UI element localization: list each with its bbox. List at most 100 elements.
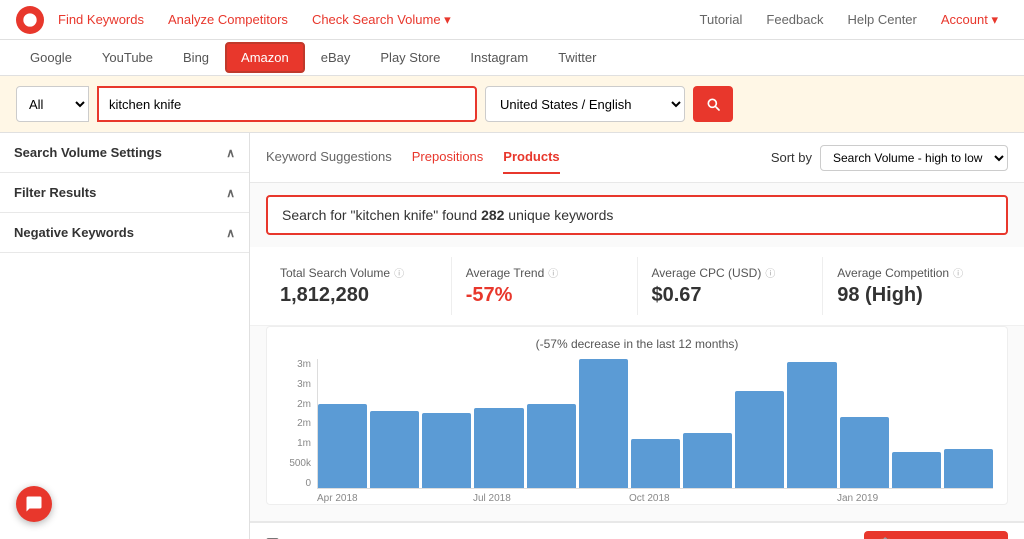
tab-play-store[interactable]: Play Store [366,44,454,71]
x-axis-labels: Apr 2018 Jul 2018 Oct 2018 Jan 2019 [317,489,993,504]
search-bar: All Exact Broad United States / English [0,76,1024,133]
y-label-500k: 500k [281,458,311,469]
stat-average-cpc: Average CPC (USD) ⓘ $0.67 [638,257,824,315]
y-label-0: 0 [281,478,311,489]
kw-tab-suggestions[interactable]: Keyword Suggestions [266,141,392,174]
chat-bubble[interactable] [16,486,52,522]
tab-twitter[interactable]: Twitter [544,44,610,71]
sidebar-section-search-volume: Search Volume Settings ∧ [0,133,249,173]
x-label-jan: Jan 2019 [837,493,993,504]
tab-instagram[interactable]: Instagram [456,44,542,71]
main-layout: Search Volume Settings ∧ Filter Results … [0,133,1024,539]
sidebar-filter-results-header[interactable]: Filter Results ∧ [0,173,249,212]
sidebar-negative-keywords-header[interactable]: Negative Keywords ∧ [0,213,249,252]
kw-tab-products[interactable]: Products [503,141,559,174]
bar-4 [474,408,523,488]
tab-google[interactable]: Google [16,44,86,71]
bar-8 [683,433,732,488]
sidebar: Search Volume Settings ∧ Filter Results … [0,133,250,539]
results-count: 282 [481,207,504,223]
stat-average-trend-value: -57% [466,284,623,307]
bar-10 [787,362,836,488]
nav-analyze-competitors[interactable]: Analyze Competitors [158,12,298,27]
sidebar-search-volume-header[interactable]: Search Volume Settings ∧ [0,133,249,172]
nav-help-center[interactable]: Help Center [838,12,927,27]
results-message-suffix: unique keywords [504,207,613,223]
nav-find-keywords[interactable]: Find Keywords [48,12,154,27]
results-message-prefix: Search for "kitchen knife" found [282,207,481,223]
content-area: Keyword Suggestions Prepositions Product… [250,133,1024,539]
tab-bing[interactable]: Bing [169,44,223,71]
chevron-up-icon-2: ∧ [226,186,235,200]
stat-average-trend-label: Average Trend ⓘ [466,265,623,280]
bar-7 [631,439,680,488]
y-label-2m-2: 2m [281,418,311,429]
bar-1 [318,404,367,488]
stat-average-cpc-label: Average CPC (USD) ⓘ [652,265,809,280]
stats-row: Total Search Volume ⓘ 1,812,280 Average … [250,247,1024,326]
stat-average-competition: Average Competition ⓘ 98 (High) [823,257,1008,315]
help-icon-tsv: ⓘ [394,265,404,280]
x-label-oct: Oct 2018 [629,493,837,504]
chart-note: (-57% decrease in the last 12 months) [281,337,993,351]
x-label-jul: Jul 2018 [473,493,629,504]
y-axis: 3m 3m 2m 2m 1m 500k 0 [281,359,317,489]
nav-account[interactable]: Account ▾ [931,12,1008,28]
top-nav: Find Keywords Analyze Competitors Check … [0,0,1024,40]
bottom-bar: Keywords ⓘ ▲ Search Volume ⓘ Trend ⓘ CPC… [250,521,1024,539]
nav-tutorial[interactable]: Tutorial [690,12,753,27]
help-icon-at: ⓘ [548,265,558,280]
stat-average-competition-value: 98 (High) [837,284,994,307]
chevron-up-icon: ∧ [226,146,235,160]
sort-area: Sort by Search Volume - high to low Sear… [771,145,1008,171]
y-label-2m-1: 2m [281,399,311,410]
sort-select[interactable]: Search Volume - high to low Search Volum… [820,145,1008,171]
sidebar-section-filter-results: Filter Results ∧ [0,173,249,213]
bars-container [317,359,993,489]
chart-container: (-57% decrease in the last 12 months) 3m… [266,326,1008,505]
top-nav-left: Find Keywords Analyze Competitors Check … [16,6,461,34]
sidebar-filter-results-label: Filter Results [14,185,96,200]
y-label-3m-2: 3m [281,379,311,390]
keyword-tabs-group: Keyword Suggestions Prepositions Product… [266,141,560,174]
stat-average-trend: Average Trend ⓘ -57% [452,257,638,315]
tab-amazon[interactable]: Amazon [225,42,305,73]
sidebar-search-volume-label: Search Volume Settings [14,145,162,160]
help-icon-cpc: ⓘ [765,265,775,280]
chart-bars-area: Apr 2018 Jul 2018 Oct 2018 Jan 2019 [317,359,993,504]
sidebar-section-negative-keywords: Negative Keywords ∧ [0,213,249,253]
nav-feedback[interactable]: Feedback [756,12,833,27]
bar-11 [840,417,889,488]
y-label-1m: 1m [281,438,311,449]
nav-check-search-volume[interactable]: Check Search Volume ▾ [302,12,461,28]
stat-total-search-volume-value: 1,812,280 [280,284,437,307]
stat-average-competition-label: Average Competition ⓘ [837,265,994,280]
search-input-wrapper [97,86,477,122]
bar-6 [579,359,628,488]
sidebar-negative-keywords-label: Negative Keywords [14,225,134,240]
chart-wrapper: 3m 3m 2m 2m 1m 500k 0 [281,359,993,504]
y-label-3m-1: 3m [281,359,311,370]
tab-youtube[interactable]: YouTube [88,44,167,71]
stat-average-cpc-value: $0.67 [652,284,809,307]
bar-12 [892,452,941,488]
help-icon-comp: ⓘ [953,265,963,280]
logo[interactable] [16,6,44,34]
sort-by-label: Sort by [771,150,812,165]
platform-tab-bar: Google YouTube Bing Amazon eBay Play Sto… [0,40,1024,76]
bar-5 [527,404,576,488]
x-label-apr: Apr 2018 [317,493,473,504]
country-select[interactable]: United States / English [485,86,685,122]
bar-3 [422,413,471,488]
tabs-sort-row: Keyword Suggestions Prepositions Product… [250,133,1024,183]
bar-13 [944,449,993,488]
search-button[interactable] [693,86,733,122]
tab-ebay[interactable]: eBay [307,44,365,71]
top-nav-right: Tutorial Feedback Help Center Account ▾ [690,12,1008,28]
results-box: Search for "kitchen knife" found 282 uni… [266,195,1008,235]
stat-total-search-volume: Total Search Volume ⓘ 1,812,280 [266,257,452,315]
search-input[interactable] [97,86,477,122]
kw-tab-prepositions[interactable]: Prepositions [412,141,484,174]
search-type-select[interactable]: All Exact Broad [16,86,89,122]
chevron-up-icon-3: ∧ [226,226,235,240]
